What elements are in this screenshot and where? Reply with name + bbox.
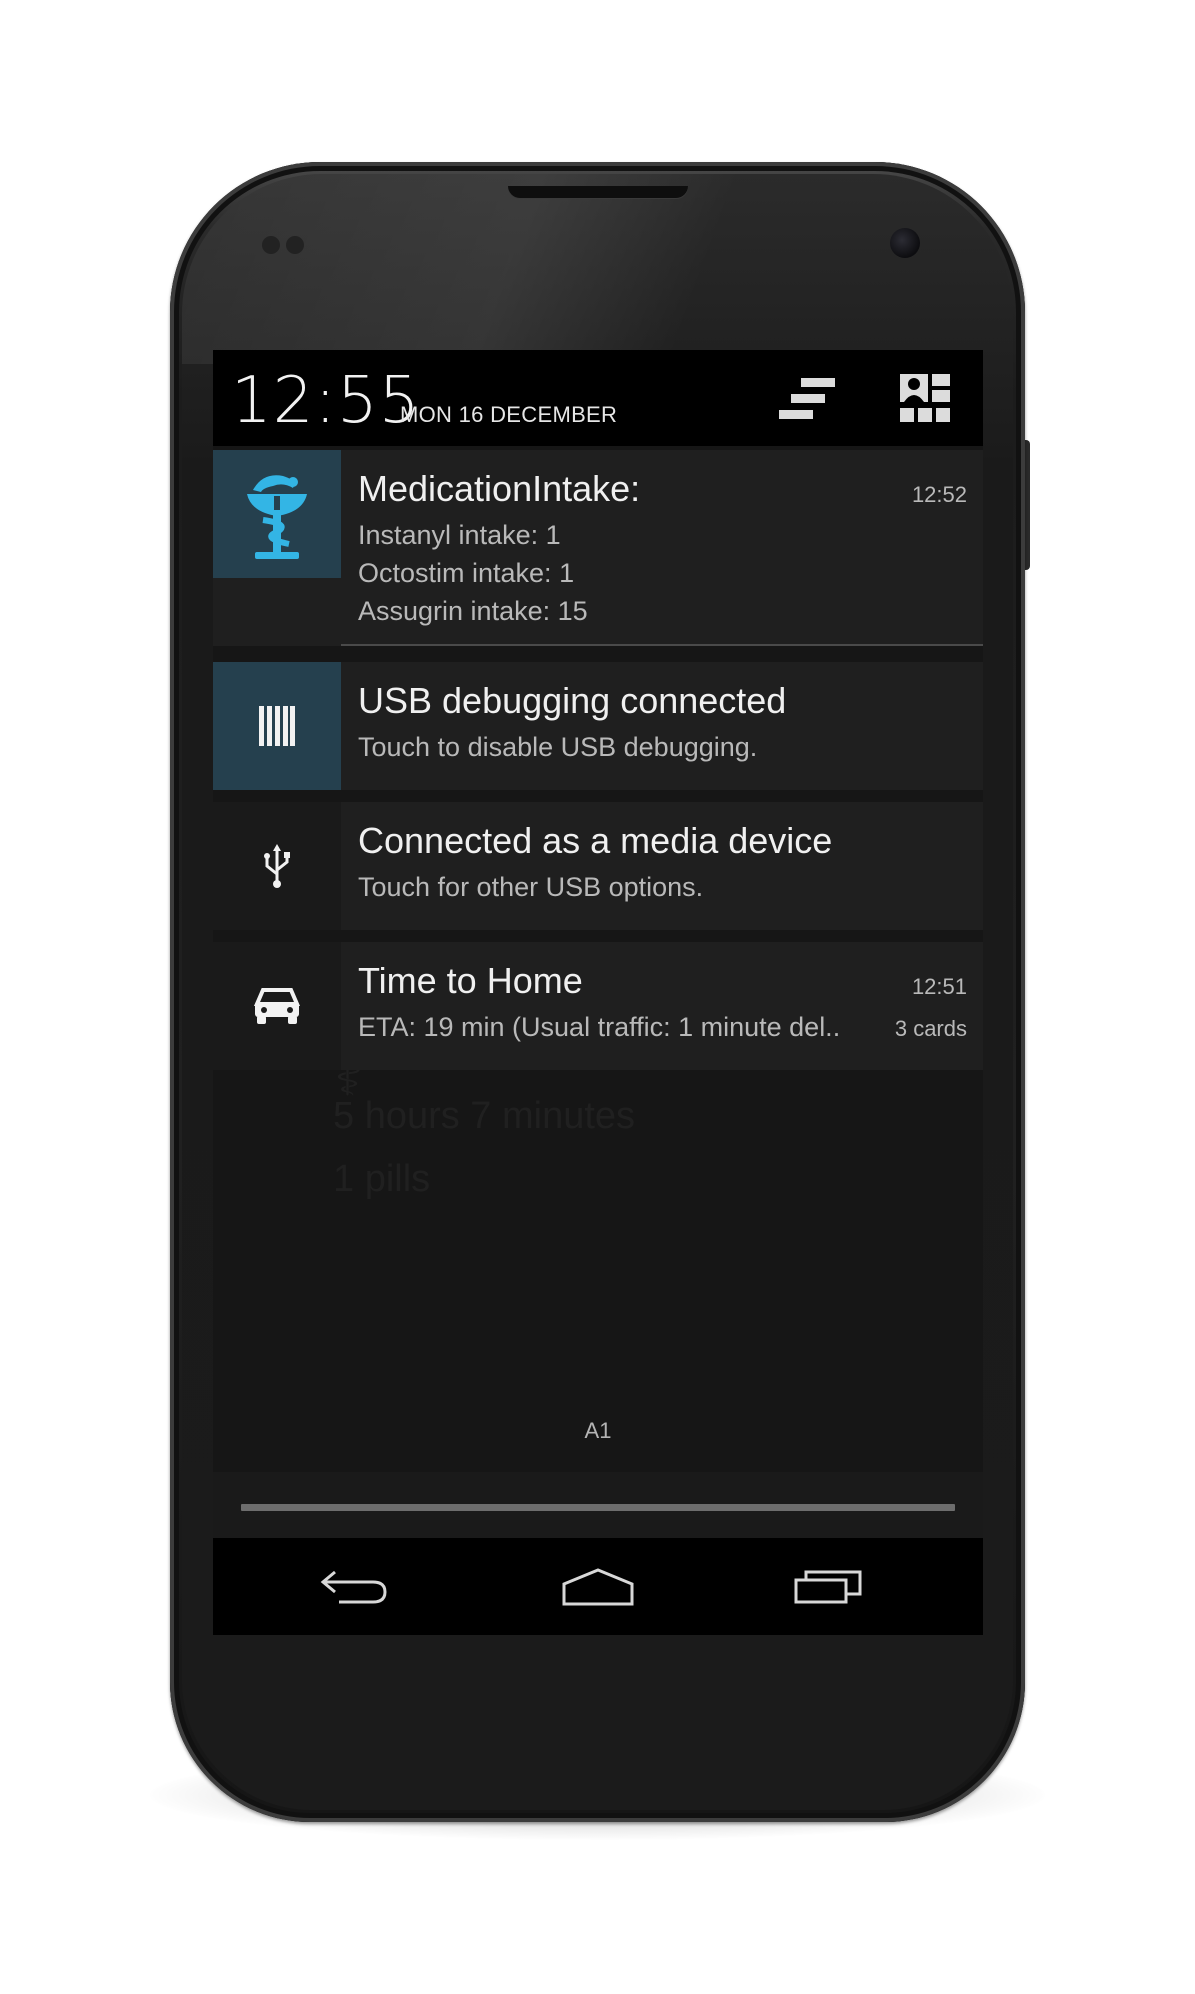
notification-usb-debugging[interactable]: USB debugging connected Touch to disable… <box>213 662 983 790</box>
usb-debugging-icon <box>259 706 295 746</box>
proximity-sensors <box>262 236 310 254</box>
notification-title: USB debugging connected <box>358 680 787 721</box>
notification-line: ETA: 19 min (Usual traffic: 1 minute del… <box>358 1012 841 1042</box>
header-date: MON 16 DECEMBER <box>400 402 618 427</box>
handle-line <box>241 1504 955 1511</box>
clear-all-button[interactable] <box>776 372 840 426</box>
notification-time: 12:51 <box>911 974 967 999</box>
notification-media-device[interactable]: Connected as a media device Touch for ot… <box>213 802 983 930</box>
status-header: 12:55 MON 16 DECEMBER <box>213 350 983 446</box>
car-icon <box>253 988 301 1024</box>
back-icon <box>320 1570 387 1604</box>
notification-line: Instanyl intake: 1 <box>358 520 561 550</box>
notification-title: Time to Home <box>358 960 583 1001</box>
home-icon <box>562 1568 634 1606</box>
ghost-line-2: 1 pills <box>333 1158 431 1200</box>
quick-settings-button[interactable] <box>893 372 957 426</box>
notification-divider <box>341 644 983 646</box>
notification-icon-tile <box>213 450 341 578</box>
quick-settings-icon <box>900 374 950 422</box>
notification-line: Touch to disable USB debugging. <box>358 732 758 762</box>
recent-apps-icon <box>794 1570 862 1604</box>
notification-shade: ⚕ 5 hours 7 minutes 1 pills 12:55 MON 16… <box>213 350 983 1635</box>
notification-title: MedicationIntake: <box>358 468 641 509</box>
notification-time-to-home[interactable]: Time to Home 12:51 ETA: 19 min (Usual tr… <box>213 942 983 1070</box>
home-button[interactable] <box>543 1554 653 1618</box>
header-clock: 12:55 <box>231 364 421 438</box>
notification-icon-tile <box>213 802 341 930</box>
recent-apps-button[interactable] <box>773 1554 883 1618</box>
notification-line: Assugrin intake: 15 <box>358 596 588 626</box>
notification-icon-tile <box>213 662 341 790</box>
notification-time: 12:52 <box>911 482 967 507</box>
carrier-label: A1 <box>584 1418 612 1443</box>
notification-card-count: 3 cards <box>894 1016 967 1041</box>
device-mockup: ⚕ 5 hours 7 minutes 1 pills 12:55 MON 16… <box>0 0 1195 1994</box>
pharmacy-caduceus-icon <box>247 475 307 559</box>
notification-icon-tile <box>213 942 341 1070</box>
back-button[interactable] <box>299 1554 409 1618</box>
clear-all-icon <box>779 378 835 419</box>
front-camera <box>890 228 920 258</box>
usb-icon <box>264 844 290 888</box>
notification-medication-intake[interactable]: MedicationIntake: 12:52 Instanyl intake:… <box>213 450 983 646</box>
ghost-line-1: 5 hours 7 minutes <box>333 1095 636 1137</box>
notification-line: Touch for other USB options. <box>358 872 704 902</box>
notification-title: Connected as a media device <box>358 820 833 861</box>
shade-drag-handle[interactable] <box>213 1472 983 1538</box>
notification-line: Octostim intake: 1 <box>358 558 575 588</box>
earpiece-speaker <box>508 186 688 198</box>
glass-glare <box>182 174 1013 364</box>
navigation-bar <box>213 1538 983 1635</box>
